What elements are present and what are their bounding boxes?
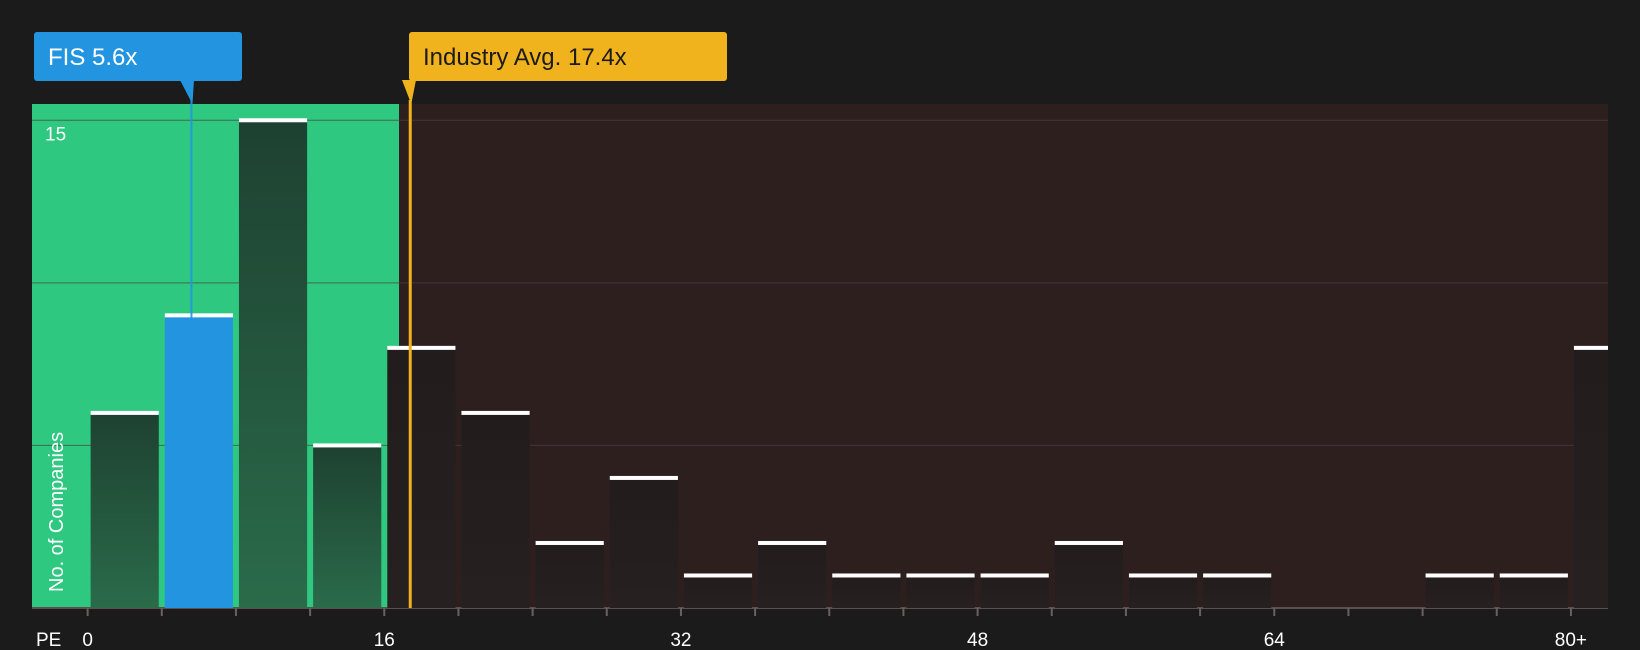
bar-3 bbox=[313, 445, 382, 608]
bar-15 bbox=[1203, 575, 1272, 608]
bar-cap-0 bbox=[90, 410, 159, 415]
bar-4 bbox=[387, 347, 456, 608]
bar-9 bbox=[758, 542, 827, 608]
chart-canvas: 0 16 32 48 64 80+ FIS 5.6x Industry Avg. 17.4x… bbox=[32, 32, 1609, 650]
bar-cap-3 bbox=[313, 443, 382, 448]
bar-12 bbox=[980, 575, 1049, 608]
bar-cap-4 bbox=[387, 345, 456, 350]
bar-6 bbox=[535, 542, 604, 608]
marker-callout-1: Industry Avg. 17.4x bbox=[402, 32, 727, 104]
bar-0 bbox=[90, 412, 159, 608]
bar-cap-13 bbox=[1054, 540, 1123, 545]
bar-cap-14 bbox=[1128, 573, 1198, 578]
x-tick-label-0: 0 bbox=[82, 630, 93, 650]
marker-callout-0: FIS 5.6x bbox=[34, 32, 242, 104]
bar-cap-15 bbox=[1203, 573, 1272, 578]
x-tick-label-16: 16 bbox=[374, 630, 395, 650]
y-tick-15: 15 bbox=[45, 124, 66, 145]
bar-cap-10 bbox=[832, 573, 901, 578]
y-axis-label: No. of Companies bbox=[46, 432, 68, 592]
bar-18 bbox=[1425, 575, 1494, 608]
bar-cap-20 bbox=[1573, 345, 1608, 350]
x-axis-label: PE bbox=[36, 630, 61, 650]
bar-cap-1 bbox=[164, 313, 233, 318]
above-zone-band bbox=[399, 104, 1609, 608]
bar-cap-11 bbox=[906, 573, 975, 578]
bar-10 bbox=[832, 575, 901, 608]
bar-cap-5 bbox=[461, 410, 530, 415]
bar-cap-6 bbox=[535, 540, 604, 545]
bar-14 bbox=[1128, 575, 1198, 608]
pe-distribution-chart: 0 16 32 48 64 80+ FIS 5.6x Industry Avg. 17.4x… bbox=[0, 0, 1640, 650]
bar-cap-9 bbox=[758, 540, 827, 545]
bar-cap-8 bbox=[683, 573, 753, 578]
bar-20 bbox=[1573, 347, 1608, 608]
bar-13 bbox=[1054, 542, 1123, 608]
bar-cap-19 bbox=[1499, 573, 1568, 578]
callout-label-0: FIS 5.6x bbox=[48, 44, 137, 71]
bar-8 bbox=[683, 575, 753, 608]
bar-11 bbox=[906, 575, 975, 608]
bar-7 bbox=[609, 477, 678, 608]
x-tick-label-64: 64 bbox=[1264, 630, 1286, 650]
x-axis: 0 16 32 48 64 80+ bbox=[82, 608, 1587, 650]
bar-1 bbox=[164, 315, 233, 608]
x-tick-label-48: 48 bbox=[967, 630, 988, 650]
bar-cap-12 bbox=[980, 573, 1049, 578]
bar-cap-7 bbox=[609, 475, 678, 480]
x-tick-label-32: 32 bbox=[670, 630, 691, 650]
bar-cap-18 bbox=[1425, 573, 1494, 578]
bar-19 bbox=[1499, 575, 1568, 608]
bar-cap-2 bbox=[238, 118, 308, 123]
bar-2 bbox=[238, 120, 308, 609]
bar-5 bbox=[461, 412, 530, 608]
x-tick-label-80plus: 80+ bbox=[1555, 630, 1587, 650]
callout-label-1: Industry Avg. 17.4x bbox=[423, 44, 627, 71]
callout-pointer-0 bbox=[180, 80, 194, 104]
